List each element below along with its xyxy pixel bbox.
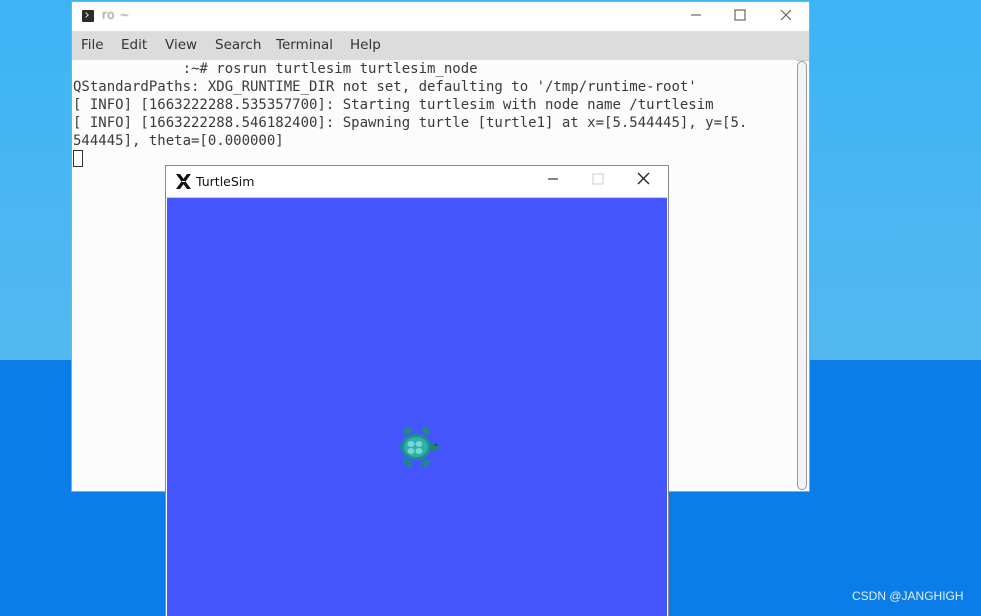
- turtlesim-titlebar[interactable]: TurtleSim: [166, 166, 668, 198]
- close-icon[interactable]: [773, 6, 799, 28]
- maximize-icon[interactable]: [727, 6, 753, 28]
- terminal-line: 544445], theta=[0.000000]: [73, 133, 284, 149]
- terminal-icon: [82, 10, 94, 22]
- terminal-line: QStandardPaths: XDG_RUNTIME_DIR not set,…: [73, 79, 697, 95]
- x11-logo-icon: [176, 174, 191, 189]
- menu-file[interactable]: File: [81, 37, 104, 53]
- menu-view[interactable]: View: [165, 37, 197, 53]
- terminal-line: [ INFO] [1663222288.546182400]: Spawning…: [73, 115, 748, 131]
- turtlesim-window[interactable]: TurtleSim: [166, 166, 668, 616]
- terminal-line: [ INFO] [1663222288.535357700]: Starting…: [73, 97, 714, 113]
- minimize-icon[interactable]: [540, 170, 566, 192]
- menu-edit[interactable]: Edit: [121, 37, 147, 53]
- menu-search[interactable]: Search: [215, 37, 261, 53]
- terminal-title: ro ~: [102, 8, 130, 22]
- minimize-icon[interactable]: [683, 6, 709, 28]
- menu-help[interactable]: Help: [350, 37, 381, 53]
- terminal-titlebar[interactable]: ro ~: [72, 2, 809, 31]
- turtlesim-canvas[interactable]: [167, 198, 667, 616]
- close-icon[interactable]: [630, 170, 656, 192]
- watermark: CSDN @JANGHIGH: [852, 589, 964, 603]
- terminal-line: :~# rosrun turtlesim turtlesim_node: [73, 61, 478, 77]
- turtlesim-title: TurtleSim: [196, 174, 255, 189]
- turtle-icon[interactable]: [394, 425, 440, 469]
- menu-terminal[interactable]: Terminal: [276, 37, 333, 53]
- terminal-scrollbar[interactable]: [797, 61, 807, 490]
- terminal-cursor: [73, 150, 83, 167]
- maximize-icon[interactable]: [585, 170, 611, 192]
- terminal-menubar: File Edit View Search Terminal Help: [72, 31, 809, 61]
